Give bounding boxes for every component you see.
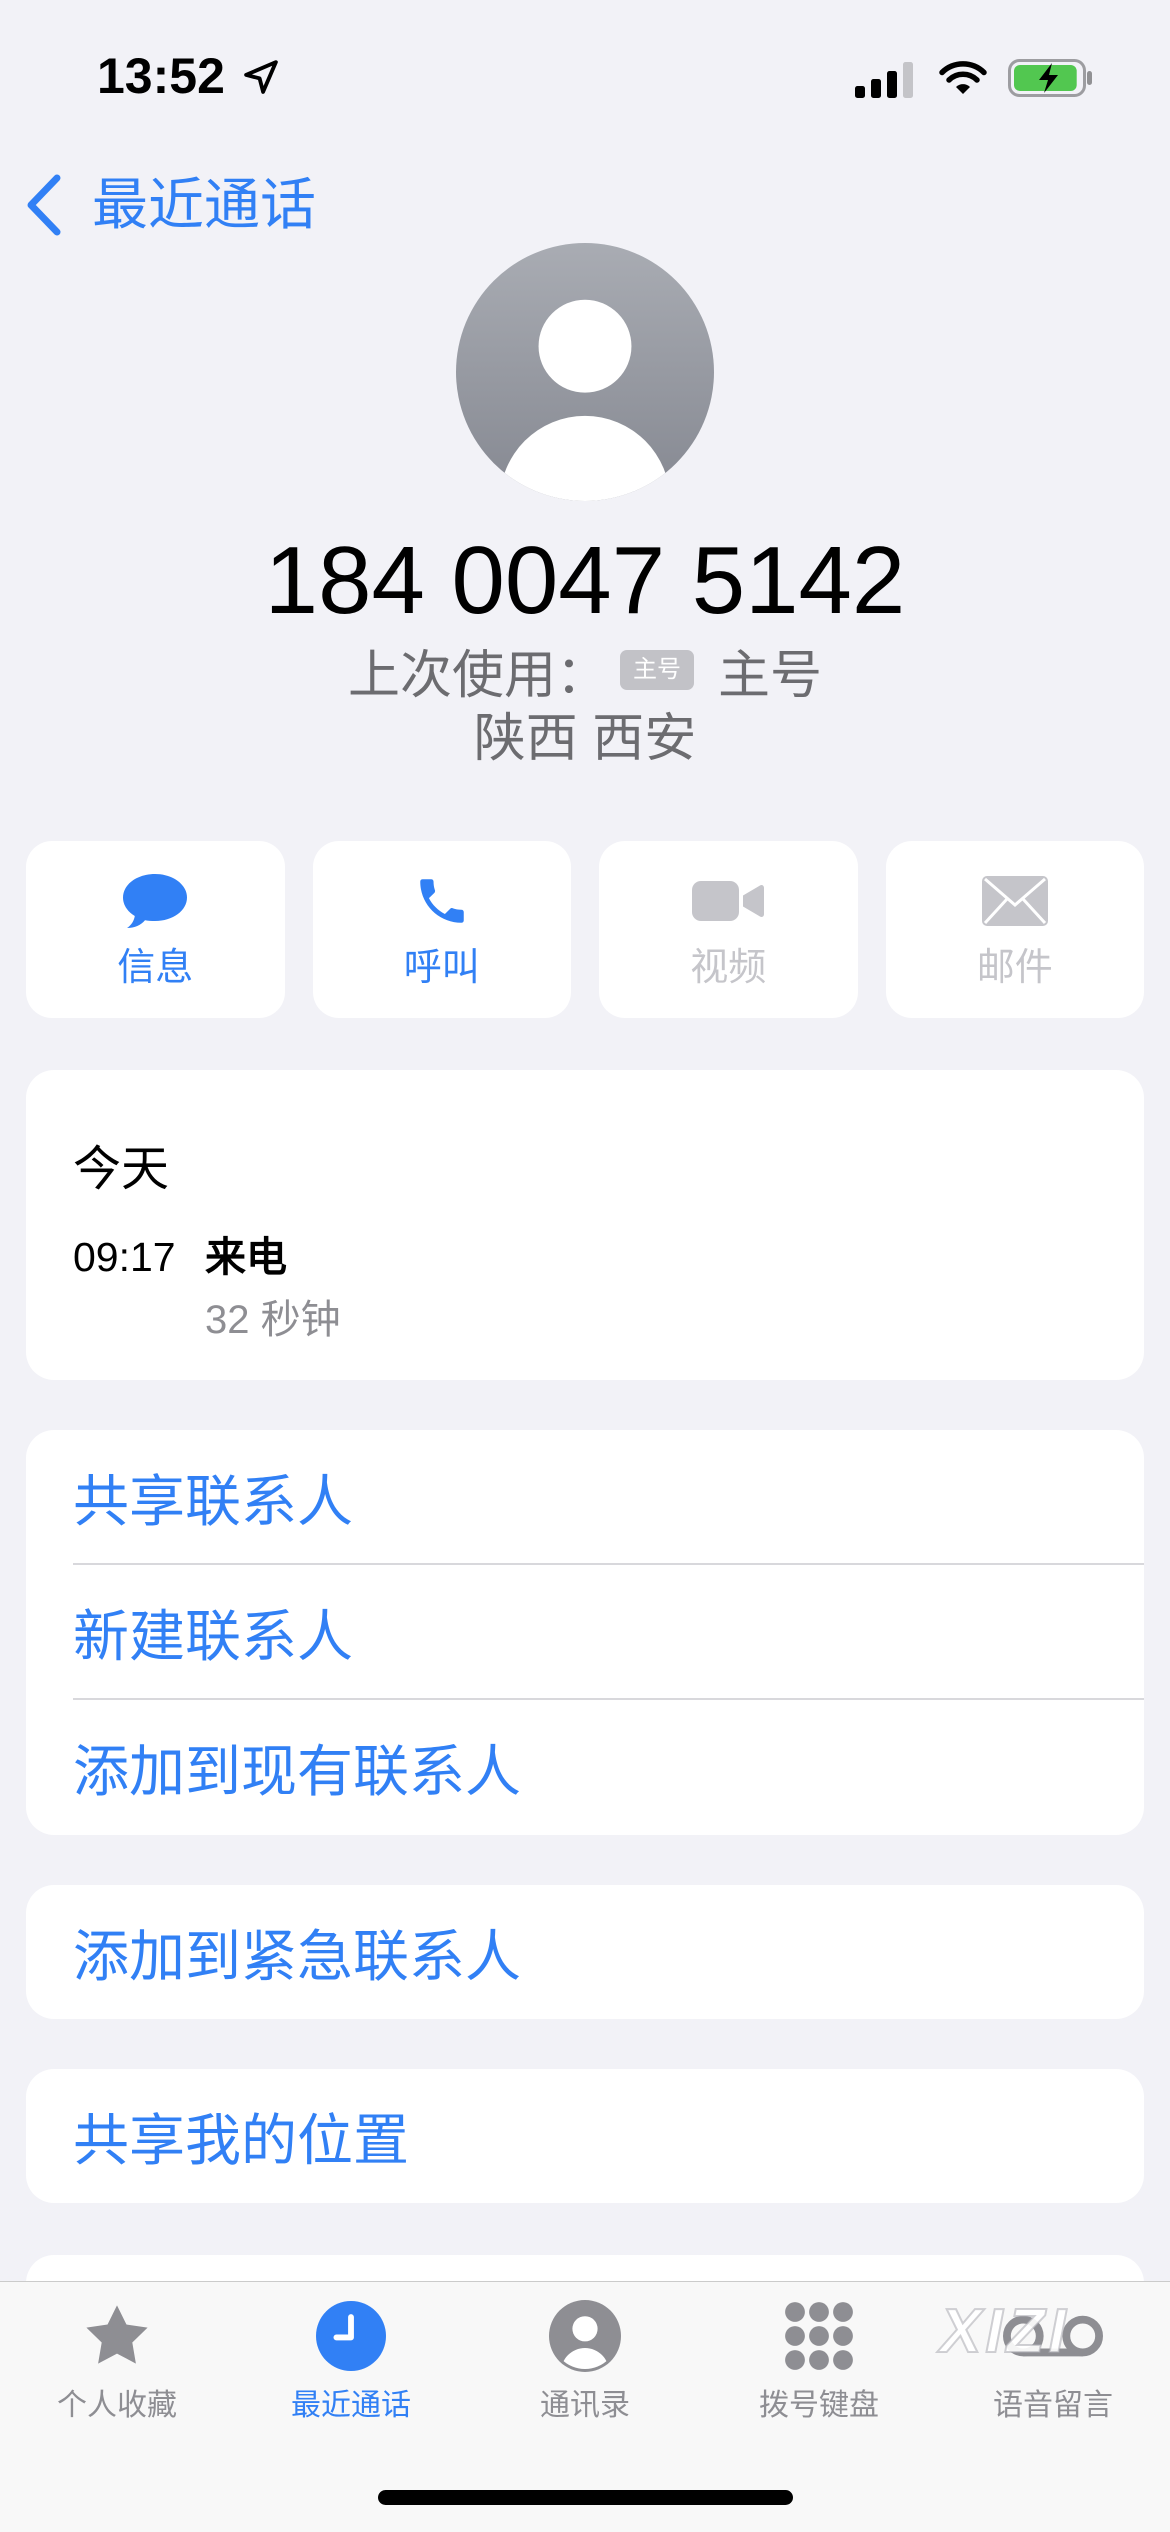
last-used-label: 上次使用： (347, 646, 608, 705)
tab-label: 拨号键盘 (759, 2389, 879, 2422)
mail-label: 邮件 (976, 947, 1053, 989)
tab-label: 个人收藏 (57, 2389, 177, 2422)
battery-charging-icon (1008, 59, 1092, 97)
status-time: 13:52 (97, 48, 225, 104)
star-icon (80, 2300, 154, 2372)
keypad-icon (783, 2300, 855, 2372)
video-icon (692, 871, 765, 931)
tab-recents[interactable]: 最近通话 (234, 2282, 468, 2442)
message-button[interactable]: 信息 (26, 841, 285, 1018)
share-my-location-button[interactable]: 共享我的位置 (26, 2069, 1144, 2203)
back-button[interactable]: 最近通话 (24, 168, 316, 242)
cellular-signal-icon (855, 62, 913, 98)
tab-contacts[interactable]: 通讯录 (468, 2282, 702, 2442)
phone-number: 184 0047 5142 (264, 527, 906, 634)
call-label: 呼叫 (403, 947, 480, 989)
line-badge: 主号 (620, 650, 694, 690)
tab-label: 通讯录 (540, 2389, 630, 2422)
emergency-contact-card: 添加到紧急联系人 (26, 1885, 1144, 2019)
history-day: 今天 (73, 1143, 170, 1196)
mail-icon (981, 871, 1048, 931)
wifi-icon (939, 61, 987, 94)
voicemail-icon (1003, 2300, 1103, 2372)
chevron-left-icon (27, 174, 61, 236)
person-circle-icon (549, 2300, 621, 2372)
phone-icon (413, 871, 471, 931)
video-button: 视频 (599, 841, 858, 1018)
tab-keypad[interactable]: 拨号键盘 (702, 2282, 936, 2442)
message-label: 信息 (117, 947, 194, 989)
contact-avatar-icon (456, 243, 714, 501)
tab-label: 语音留言 (993, 2389, 1113, 2422)
add-emergency-contact-button[interactable]: 添加到紧急联系人 (26, 1885, 1144, 2019)
tab-favorites[interactable]: 个人收藏 (0, 2282, 234, 2442)
new-contact-button[interactable]: 新建联系人 (26, 1565, 1144, 1700)
action-buttons: 信息 呼叫 视频 邮件 (26, 841, 1144, 1018)
video-label: 视频 (690, 947, 767, 989)
add-to-existing-contact-button[interactable]: 添加到现有联系人 (26, 1700, 1144, 1835)
number-location: 陕西 西安 (473, 710, 697, 768)
contact-options-card: 共享联系人 新建联系人 添加到现有联系人 (26, 1430, 1144, 1835)
share-location-card: 共享我的位置 (26, 2069, 1144, 2203)
back-label: 最近通话 (92, 173, 316, 236)
location-arrow-icon (244, 60, 278, 94)
share-contact-button[interactable]: 共享联系人 (26, 1430, 1144, 1565)
clock-icon (316, 2300, 386, 2372)
call-duration: 32 秒钟 (205, 1298, 341, 1342)
last-used-line: 上次使用： 主号 主号 (0, 640, 1170, 705)
tab-label: 最近通话 (291, 2389, 411, 2422)
tab-voicemail[interactable]: 语音留言 (936, 2282, 1170, 2442)
message-icon (121, 871, 189, 931)
home-indicator[interactable] (378, 2490, 793, 2505)
call-history-card: 今天 09:17 来电 32 秒钟 (26, 1070, 1144, 1380)
call-button[interactable]: 呼叫 (312, 841, 571, 1018)
mail-button: 邮件 (885, 841, 1144, 1018)
call-time: 09:17 (73, 1234, 176, 1280)
line-name: 主号 (718, 646, 823, 705)
call-type: 来电 (205, 1234, 287, 1280)
